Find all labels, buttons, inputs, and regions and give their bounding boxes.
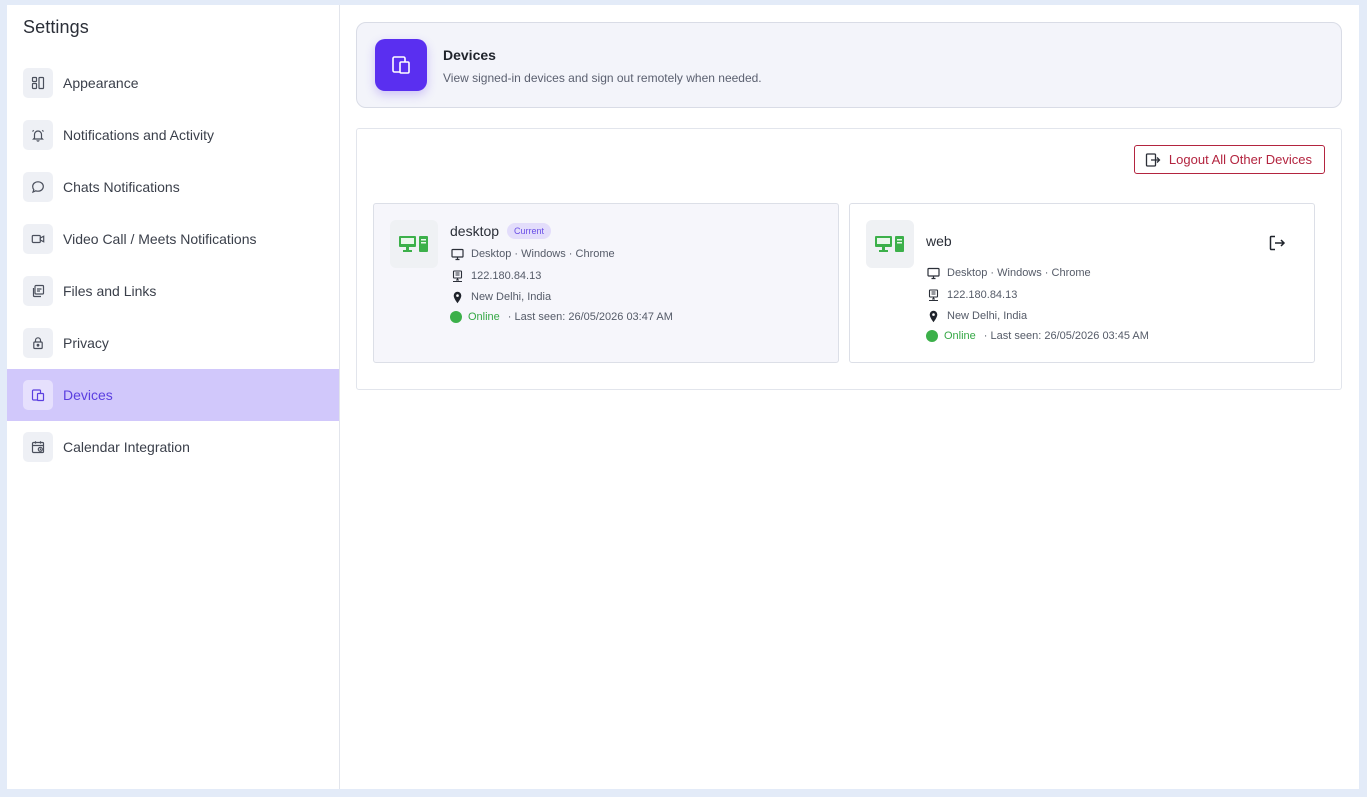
sidebar-item-files[interactable]: Files and Links <box>7 265 339 317</box>
logout-all-label: Logout All Other Devices <box>1168 152 1312 167</box>
device-card: web Desktop · Windows · Chrome 122.180.8… <box>849 203 1315 363</box>
sidebar-item-label: Chats Notifications <box>63 179 180 195</box>
page-title: Devices <box>443 47 496 63</box>
settings-window: Settings Appearance Notifications and Ac… <box>7 5 1359 789</box>
bell-icon <box>23 120 53 150</box>
sidebar-item-calendar[interactable]: Calendar Integration <box>7 421 339 473</box>
online-status-text: Online <box>944 330 976 342</box>
page-subtitle: View signed-in devices and sign out remo… <box>443 71 762 85</box>
device-card-current: desktop Current Desktop · Windows · Chrom… <box>373 203 839 363</box>
online-status-text: Online <box>468 311 500 323</box>
device-location: New Delhi, India <box>450 290 551 304</box>
devices-icon <box>23 380 53 410</box>
computer-icon <box>866 220 914 268</box>
devices-icon <box>375 39 427 91</box>
device-ip-text: 122.180.84.13 <box>947 289 1018 301</box>
location-pin-icon <box>926 309 940 323</box>
current-badge: Current <box>507 223 552 239</box>
device-status: Online · Last seen: 26/05/2026 03:45 AM <box>926 330 1149 342</box>
sidebar-item-label: Appearance <box>63 75 139 91</box>
sign-out-device-button[interactable] <box>1266 232 1288 254</box>
sidebar-item-label: Video Call / Meets Notifications <box>63 231 257 247</box>
lock-icon <box>23 328 53 358</box>
sidebar-nav: Appearance Notifications and Activity Ch… <box>7 57 339 473</box>
page-header: Devices View signed-in devices and sign … <box>356 22 1342 108</box>
last-seen-text: · Last seen: 26/05/2026 03:45 AM <box>983 330 1149 342</box>
sidebar-item-label: Devices <box>63 387 113 403</box>
sidebar-item-appearance[interactable]: Appearance <box>7 57 339 109</box>
sidebar-item-label: Files and Links <box>63 283 157 299</box>
network-icon <box>450 269 464 283</box>
sidebar-item-label: Notifications and Activity <box>63 127 214 143</box>
sidebar: Settings Appearance Notifications and Ac… <box>7 5 340 789</box>
device-name-text: desktop <box>450 223 500 239</box>
monitor-icon <box>450 247 464 261</box>
device-location-text: New Delhi, India <box>471 291 552 303</box>
sidebar-item-label: Privacy <box>63 335 109 351</box>
network-icon <box>926 288 940 302</box>
device-ip: 122.180.84.13 <box>450 269 541 283</box>
device-name: desktop Current <box>450 223 552 239</box>
monitor-icon <box>926 266 940 280</box>
sidebar-title: Settings <box>23 17 89 37</box>
device-platform-text: Desktop · Windows · Chrome <box>471 248 615 260</box>
device-status: Online · Last seen: 26/05/2026 03:47 AM <box>450 311 673 323</box>
device-name-text: web <box>926 233 952 249</box>
device-platform: Desktop · Windows · Chrome <box>926 266 1091 280</box>
last-seen-text: · Last seen: 26/05/2026 03:47 AM <box>507 311 673 323</box>
logout-icon <box>1269 235 1286 251</box>
location-pin-icon <box>450 290 464 304</box>
device-name: web <box>926 233 952 249</box>
logout-icon <box>1145 152 1161 167</box>
device-location-text: New Delhi, India <box>947 310 1028 322</box>
layout-icon <box>23 68 53 98</box>
sidebar-item-video-call[interactable]: Video Call / Meets Notifications <box>7 213 339 265</box>
sidebar-item-chats[interactable]: Chats Notifications <box>7 161 339 213</box>
device-location: New Delhi, India <box>926 309 1027 323</box>
sidebar-item-devices[interactable]: Devices <box>7 369 339 421</box>
online-status-dot <box>926 330 938 342</box>
files-icon <box>23 276 53 306</box>
sidebar-item-label: Calendar Integration <box>63 439 190 455</box>
device-ip-text: 122.180.84.13 <box>471 270 542 282</box>
sidebar-item-notifications[interactable]: Notifications and Activity <box>7 109 339 161</box>
online-status-dot <box>450 311 462 323</box>
computer-icon <box>390 220 438 268</box>
main-content: Devices View signed-in devices and sign … <box>340 5 1359 789</box>
sidebar-item-privacy[interactable]: Privacy <box>7 317 339 369</box>
calendar-icon <box>23 432 53 462</box>
chat-bubble-icon <box>23 172 53 202</box>
device-platform-text: Desktop · Windows · Chrome <box>947 267 1091 279</box>
device-platform: Desktop · Windows · Chrome <box>450 247 615 261</box>
video-icon <box>23 224 53 254</box>
devices-panel: Logout All Other Devices desktop Current… <box>356 128 1342 390</box>
logout-all-other-devices-button[interactable]: Logout All Other Devices <box>1133 145 1325 174</box>
device-ip: 122.180.84.13 <box>926 288 1017 302</box>
